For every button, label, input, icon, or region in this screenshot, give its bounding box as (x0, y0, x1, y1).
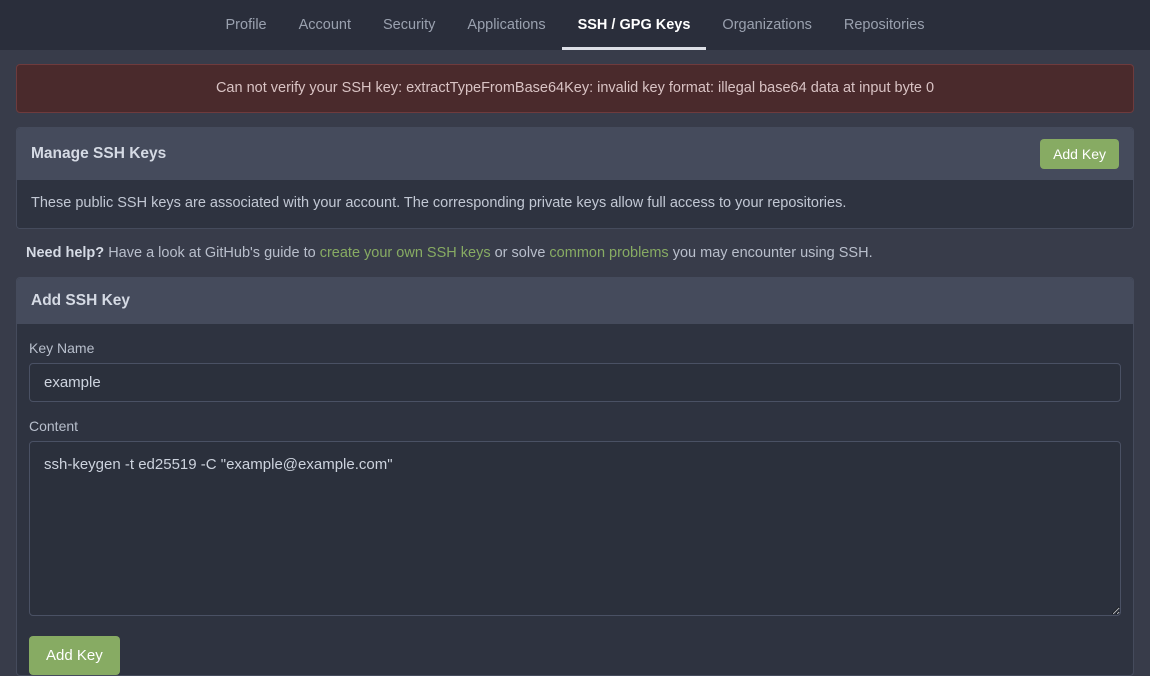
add-key-button-header[interactable]: Add Key (1040, 138, 1119, 169)
settings-navbar: Profile Account Security Applications SS… (0, 0, 1150, 50)
common-problems-link[interactable]: common problems (549, 245, 668, 261)
tab-organizations-label: Organizations (722, 17, 812, 33)
tab-account[interactable]: Account (283, 0, 367, 50)
tab-repositories-label: Repositories (843, 17, 925, 33)
manage-ssh-keys-header: Manage SSH Keys Add Key (17, 127, 1133, 180)
tab-security[interactable]: Security (367, 0, 451, 50)
tab-security-label: Security (383, 17, 436, 33)
tab-repositories[interactable]: Repositories (828, 0, 941, 50)
help-line: Need help? Have a look at GitHub's guide… (16, 229, 1134, 263)
help-text-middle: or solve (494, 244, 546, 261)
tab-applications[interactable]: Applications (451, 0, 561, 50)
key-name-input[interactable] (29, 362, 1121, 402)
add-ssh-key-form: Key Name Content ssh-keygen -t ed25519 -… (17, 324, 1133, 676)
content-textarea[interactable]: ssh-keygen -t ed25519 -C "example@exampl… (29, 440, 1121, 616)
error-alert-message: Can not verify your SSH key: extractType… (215, 80, 935, 96)
tab-applications-label: Applications (467, 17, 546, 33)
error-alert: Can not verify your SSH key: extractType… (16, 64, 1134, 113)
add-ssh-key-title: Add SSH Key (31, 291, 131, 309)
help-text-before: Have a look at GitHub's guide to (108, 244, 316, 261)
key-name-field-group: Key Name (29, 340, 1121, 402)
manage-ssh-keys-description: These public SSH keys are associated wit… (17, 179, 1133, 228)
tab-ssh-gpg-keys[interactable]: SSH / GPG Keys (561, 0, 707, 50)
tab-profile[interactable]: Profile (210, 0, 283, 50)
settings-tabs: Profile Account Security Applications SS… (210, 0, 941, 50)
add-key-submit-button[interactable]: Add Key (29, 635, 120, 676)
help-text-after: you may encounter using SSH. (672, 244, 873, 261)
tab-profile-label: Profile (225, 17, 267, 33)
page-content: Can not verify your SSH key: extractType… (0, 64, 1150, 676)
tab-account-label: Account (298, 17, 352, 33)
tab-ssh-gpg-keys-label: SSH / GPG Keys (577, 17, 691, 33)
add-ssh-key-header: Add SSH Key (17, 277, 1133, 324)
add-ssh-key-panel: Add SSH Key Key Name Content ssh-keygen … (16, 276, 1134, 676)
tab-organizations[interactable]: Organizations (706, 0, 827, 50)
manage-ssh-keys-panel: Manage SSH Keys Add Key These public SSH… (16, 126, 1134, 229)
create-ssh-keys-link[interactable]: create your own SSH keys (320, 245, 491, 261)
help-lead: Need help? (26, 244, 105, 261)
manage-ssh-keys-title: Manage SSH Keys (31, 144, 167, 162)
submit-row: Add Key (29, 632, 1121, 676)
content-field-group: Content ssh-keygen -t ed25519 -C "exampl… (29, 418, 1121, 616)
key-name-label: Key Name (29, 339, 95, 356)
content-label: Content (29, 417, 79, 434)
